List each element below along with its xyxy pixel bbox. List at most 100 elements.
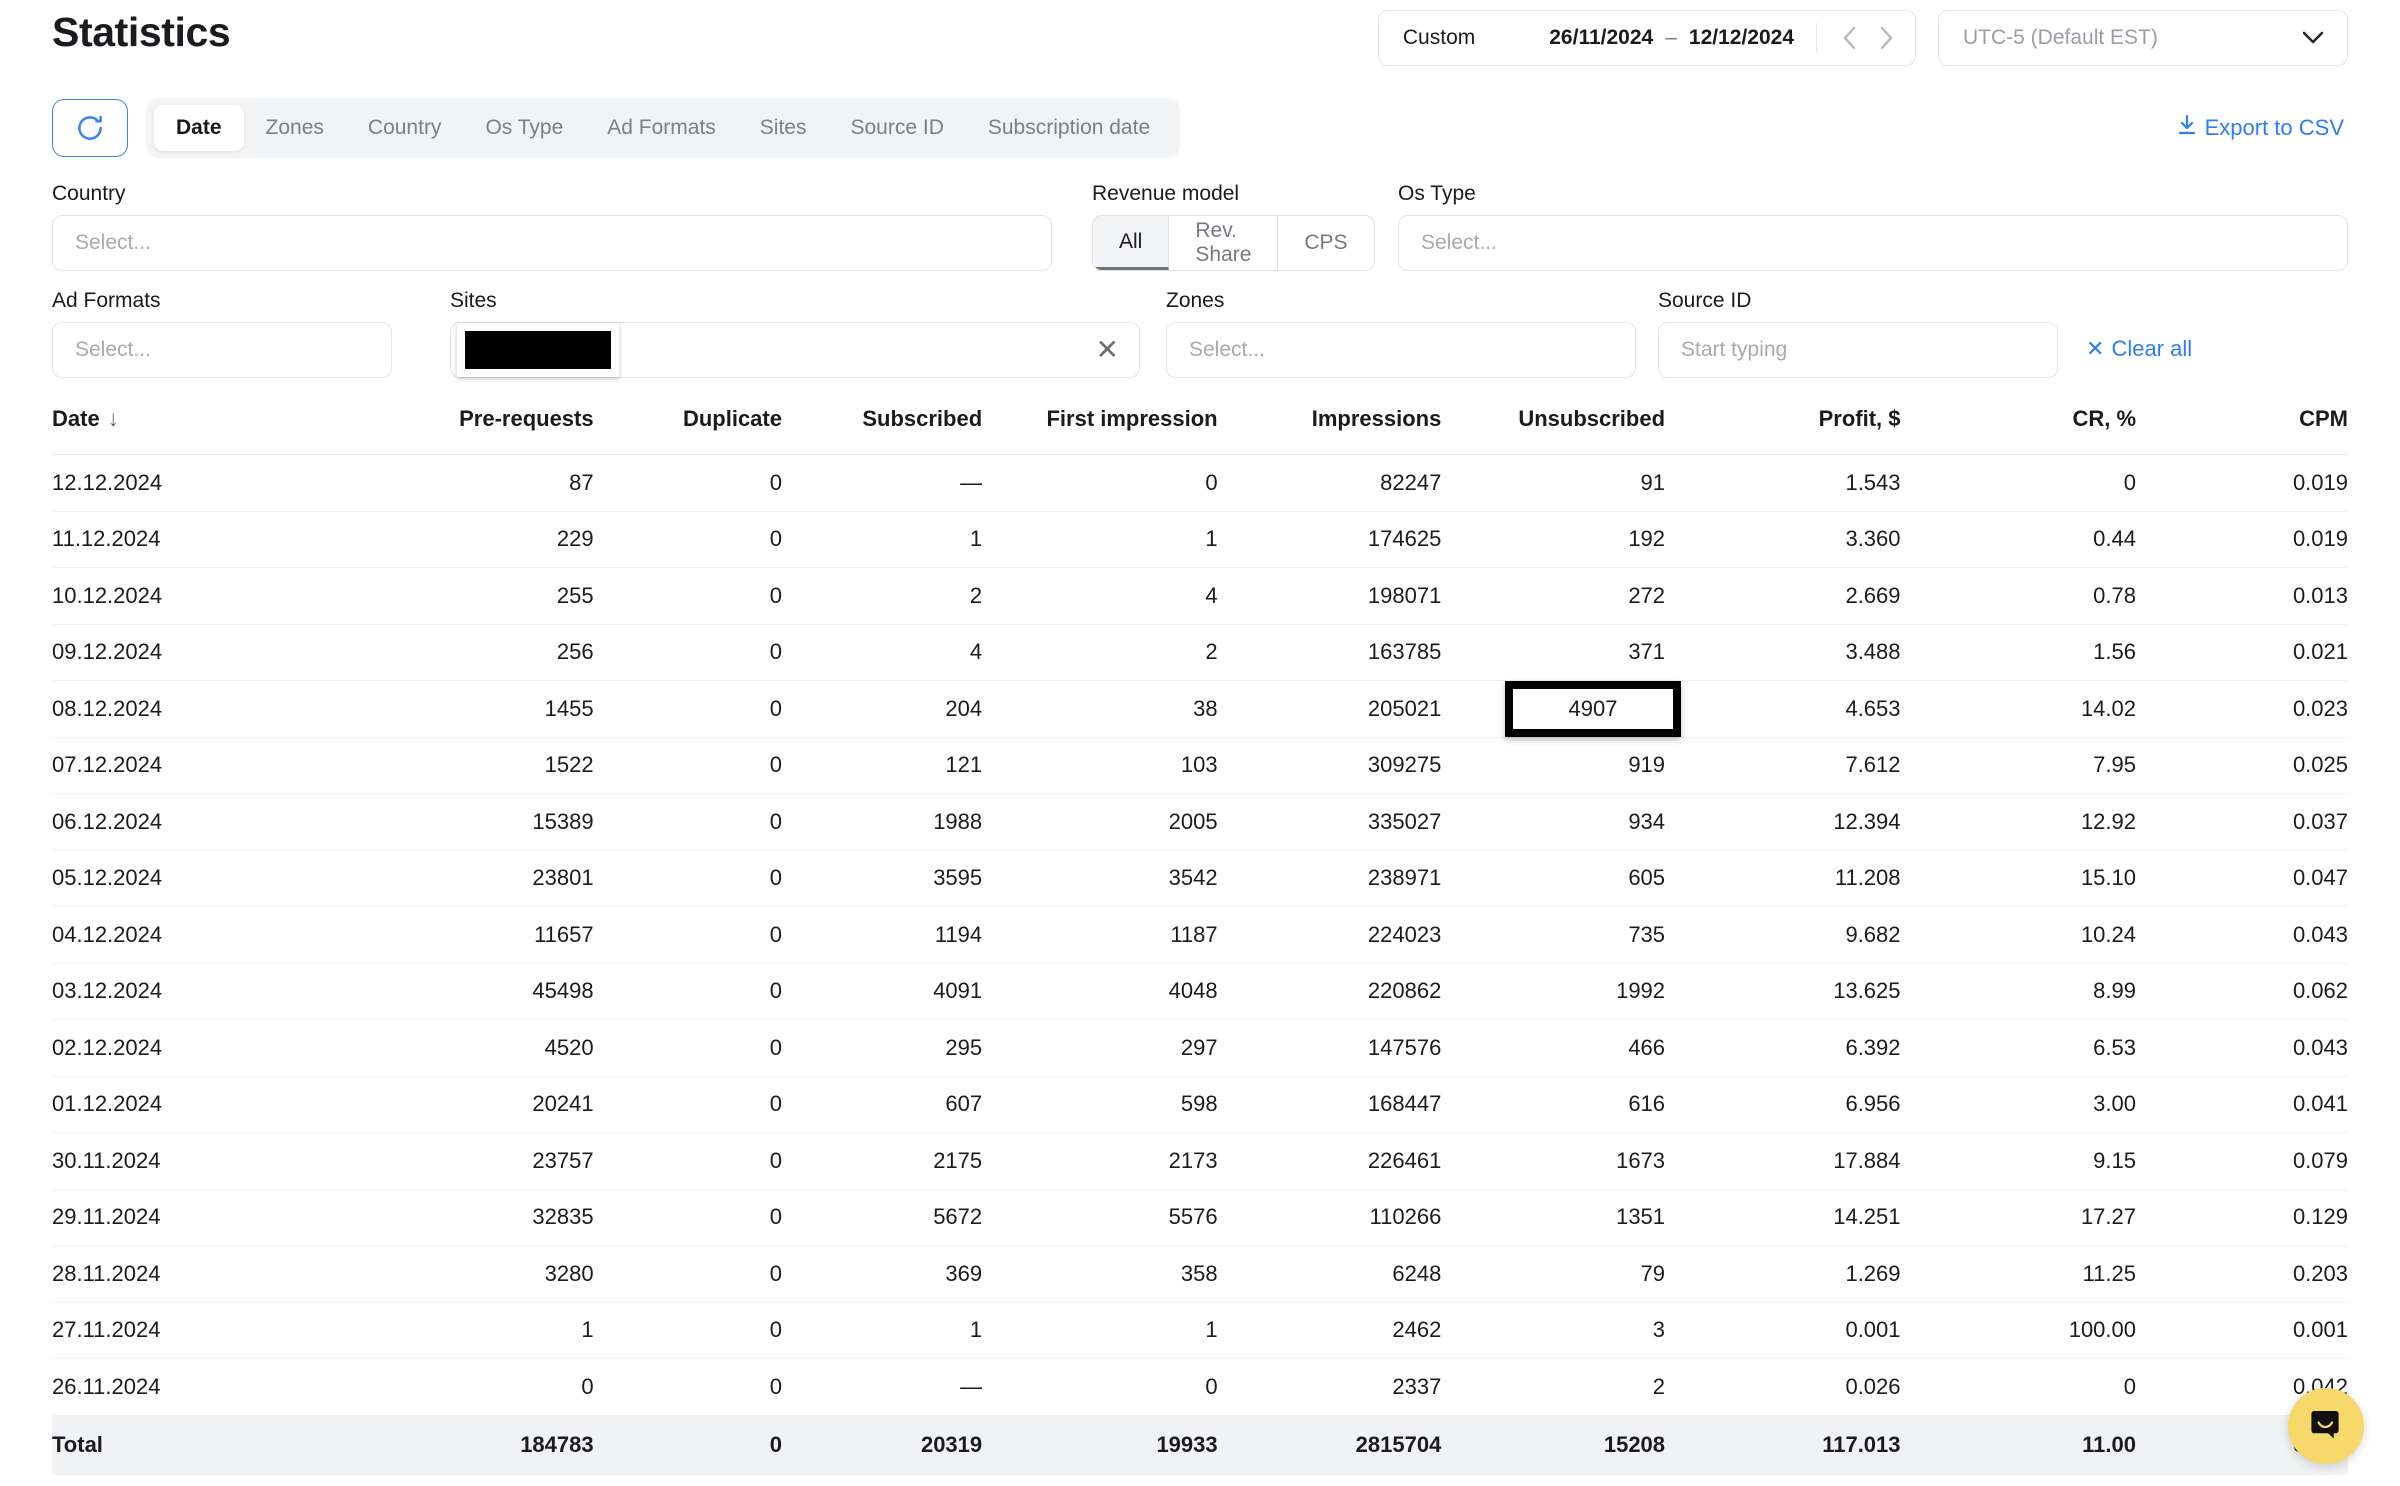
cell-cr: 12.92 <box>1900 793 2136 851</box>
cell-pre-requests: 15389 <box>358 793 594 851</box>
country-field: Country Select... <box>52 182 1052 271</box>
cell-duplicate: 0 <box>593 1189 782 1246</box>
total-cell-pre-requests: 184783 <box>358 1415 594 1475</box>
revenue-model-option-rev-share[interactable]: Rev. Share <box>1169 216 1279 270</box>
cell-first-impression: 4 <box>982 567 1218 625</box>
cell-cr: 0.44 <box>1900 511 2136 568</box>
tab-source-id[interactable]: Source ID <box>828 105 965 151</box>
column-header-subscribed[interactable]: Subscribed <box>781 406 983 455</box>
revenue-model-option-cps[interactable]: CPS <box>1278 216 1373 270</box>
cell-cpm: 0.019 <box>2136 454 2348 512</box>
date-range-nav <box>1835 23 1901 53</box>
cell-profit: 1.269 <box>1665 1245 1901 1303</box>
revenue-model-option-all[interactable]: All <box>1093 216 1170 270</box>
cell-subscribed: 1 <box>781 511 983 568</box>
source-id-input[interactable]: Start typing <box>1658 322 2058 378</box>
tab-date[interactable]: Date <box>154 105 244 151</box>
cell-pre-requests: 256 <box>358 624 594 681</box>
cell-duplicate: 0 <box>593 1358 782 1416</box>
os-type-input[interactable]: Select... <box>1398 215 2348 271</box>
cell-date: 26.11.2024 <box>52 1358 359 1416</box>
cell-subscribed: 607 <box>781 1076 983 1133</box>
cell-unsubscribed: 605 <box>1441 850 1666 907</box>
cell-subscribed: — <box>781 454 983 512</box>
column-header-date[interactable]: Date ↓ <box>52 406 359 455</box>
cell-cr: 3.00 <box>1900 1076 2136 1133</box>
tab-ad-formats[interactable]: Ad Formats <box>585 105 738 151</box>
cell-impressions: 198071 <box>1217 567 1442 625</box>
column-header-profit[interactable]: Profit, $ <box>1665 406 1901 455</box>
tab-subscription-date[interactable]: Subscription date <box>966 105 1172 151</box>
group-by-tabs: Date Zones Country Os Type Ad Formats Si… <box>146 98 1181 158</box>
revenue-model-segmented: All Rev. Share CPS <box>1092 215 1375 271</box>
column-header-impressions[interactable]: Impressions <box>1217 406 1442 455</box>
cell-subscribed: 1194 <box>781 906 983 964</box>
cell-pre-requests: 11657 <box>358 906 594 964</box>
export-to-csv-button[interactable]: Export to CSV <box>2177 114 2348 142</box>
table-row: 26.11.2024 0 0—0 2337 2 0.026 0 0.042 <box>52 1358 2348 1416</box>
column-header-pre-requests[interactable]: Pre-requests <box>358 406 594 455</box>
ad-formats-input[interactable]: Select... <box>52 322 392 378</box>
cell-subscribed: 295 <box>781 1019 983 1077</box>
date-range-picker[interactable]: Custom 26/11/2024 – 12/12/2024 <box>1377 10 1916 66</box>
total-cell-cr: 11.00 <box>1900 1415 2136 1475</box>
cell-cpm: 0.043 <box>2136 1019 2348 1077</box>
tab-zones[interactable]: Zones <box>244 105 346 151</box>
chevron-right-icon[interactable] <box>1873 23 1901 53</box>
column-header-duplicate[interactable]: Duplicate <box>593 406 782 455</box>
cell-duplicate: 0 <box>593 624 782 681</box>
revenue-model-field: Revenue model All Rev. Share CPS <box>1092 182 1375 271</box>
cell-first-impression: 1187 <box>982 906 1218 964</box>
date-range-preset-label[interactable]: Custom <box>1403 26 1475 50</box>
tab-os-type[interactable]: Os Type <box>463 105 585 151</box>
refresh-button[interactable] <box>52 99 128 157</box>
total-cell-unsubscribed: 15208 <box>1441 1415 1666 1475</box>
column-header-cr[interactable]: CR, % <box>1900 406 2136 455</box>
highlighted-cell: 4907 <box>1505 680 1682 737</box>
cell-duplicate: 0 <box>593 1302 782 1359</box>
zones-input[interactable]: Select... <box>1166 322 1636 378</box>
clear-all-button[interactable]: ✕ Clear all <box>2086 336 2192 362</box>
cell-cr: 8.99 <box>1900 963 2136 1020</box>
cell-subscribed: 2 <box>781 567 983 625</box>
cell-duplicate: 0 <box>593 963 782 1020</box>
timezone-select[interactable]: UTC-5 (Default EST) <box>1938 10 2348 66</box>
table-row: 05.12.2024 23801 0 3595 3542 238971 605 11.208 1… <box>52 850 2348 907</box>
table-row: 11.12.2024 229 0 1 1 174625 192 3.360 0.44 0.019 <box>52 511 2348 568</box>
country-input[interactable]: Select... <box>52 215 1052 271</box>
chat-widget-button[interactable] <box>2288 1388 2364 1464</box>
date-range-start[interactable]: 26/11/2024 <box>1549 26 1653 50</box>
tab-row-left: Date Zones Country Os Type Ad Formats Si… <box>52 98 1181 158</box>
column-header-cpm[interactable]: CPM <box>2136 406 2348 455</box>
cell-cpm: 0.001 <box>2136 1302 2348 1359</box>
date-range-values[interactable]: 26/11/2024 – 12/12/2024 <box>1549 26 1794 50</box>
cell-profit: 6.392 <box>1665 1019 1901 1077</box>
cell-cpm: 0.025 <box>2136 737 2348 794</box>
cell-duplicate: 0 <box>593 680 782 738</box>
tab-sites[interactable]: Sites <box>738 105 829 151</box>
cell-cr: 9.15 <box>1900 1132 2136 1190</box>
cell-duplicate: 0 <box>593 567 782 625</box>
cell-profit: 0.001 <box>1665 1302 1901 1359</box>
sites-field: Sites ✕ <box>450 289 1140 378</box>
date-range-end[interactable]: 12/12/2024 <box>1689 26 1794 50</box>
cell-cr: 0 <box>1900 1358 2136 1416</box>
cell-date: 11.12.2024 <box>52 511 359 568</box>
chevron-left-icon[interactable] <box>1835 23 1863 53</box>
cell-impressions: 82247 <box>1217 454 1442 512</box>
cell-date: 06.12.2024 <box>52 793 359 851</box>
column-header-unsubscribed[interactable]: Unsubscribed <box>1441 406 1666 455</box>
cell-cpm: 0.062 <box>2136 963 2348 1020</box>
cell-pre-requests: 3280 <box>358 1245 594 1303</box>
export-label: Export to CSV <box>2204 115 2344 140</box>
column-header-first-impression[interactable]: First impression <box>982 406 1218 455</box>
cell-pre-requests: 32835 <box>358 1189 594 1246</box>
cell-profit: 11.208 <box>1665 850 1901 907</box>
tab-country[interactable]: Country <box>346 105 464 151</box>
table-body: 12.12.2024 87 0—0 82247 91 1.543 0 0.019 11.12.2… <box>52 454 2348 1475</box>
cell-unsubscribed: 735 <box>1441 906 1666 964</box>
cell-date: 01.12.2024 <box>52 1076 359 1133</box>
cell-impressions: 335027 <box>1217 793 1442 851</box>
close-icon[interactable]: ✕ <box>1096 336 1119 364</box>
cell-subscribed: 369 <box>781 1245 983 1303</box>
